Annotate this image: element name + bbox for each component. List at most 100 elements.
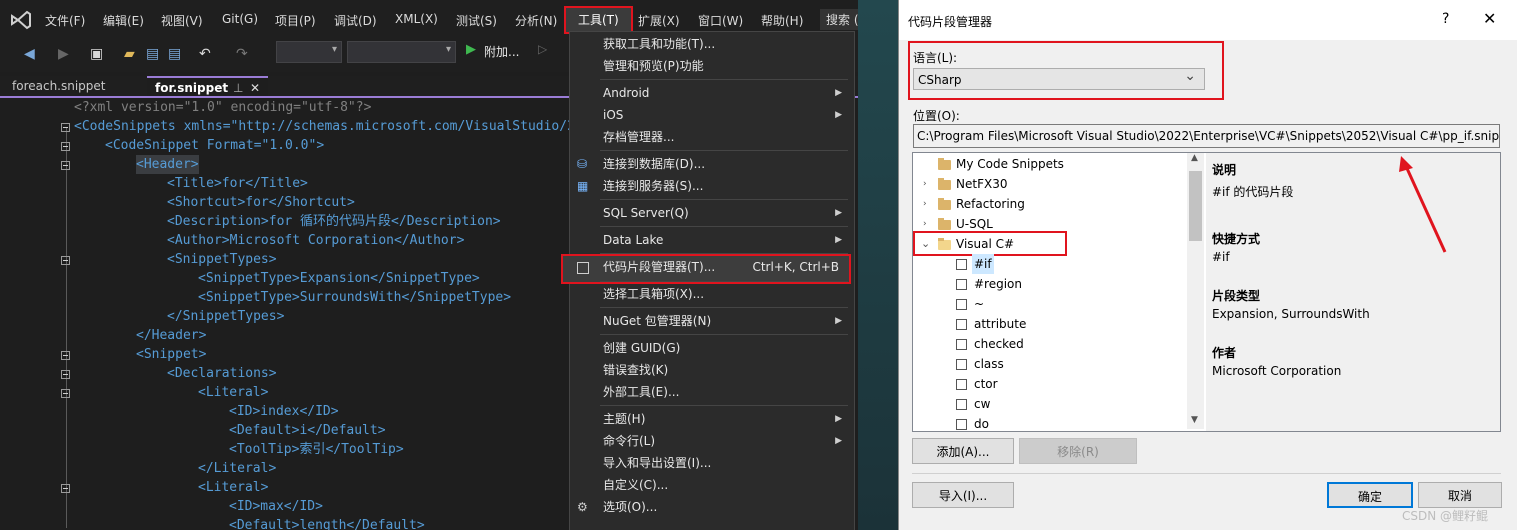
fold-toggle[interactable] — [61, 256, 70, 265]
menu-window[interactable]: 窗口(W) — [698, 12, 743, 29]
tree-item-label: #if — [972, 254, 994, 274]
checkbox-icon — [956, 259, 967, 270]
menu-item-nuget[interactable]: NuGet 包管理器(N) ▶ — [570, 310, 854, 332]
code-line: <Title>for</Title> — [167, 176, 308, 191]
menu-item-manage-preview[interactable]: 管理和预览(P)功能 — [570, 55, 854, 77]
search-box[interactable]: 搜索 ( — [820, 9, 858, 30]
menu-help[interactable]: 帮助(H) — [761, 12, 803, 29]
tree-item-label: ~ — [974, 297, 985, 311]
code-line: <Shortcut>for</Shortcut> — [167, 195, 355, 210]
menu-analyze[interactable]: 分析(N) — [515, 12, 557, 29]
start-without-debug-icon[interactable]: ▷ — [538, 42, 547, 56]
expand-icon[interactable]: › — [923, 194, 927, 214]
snippet-tree[interactable]: My Code Snippets › NetFX30 › Refactoring… — [912, 152, 1207, 432]
menu-debug[interactable]: 调试(D) — [334, 12, 377, 29]
menu-separator — [600, 150, 848, 151]
fold-toggle[interactable] — [61, 484, 70, 493]
menu-item-options[interactable]: ⚙ 选项(O)... — [570, 496, 854, 518]
fold-toggle[interactable] — [61, 370, 70, 379]
save-icon[interactable]: ▤ — [146, 46, 159, 62]
highlight-box — [913, 231, 1067, 256]
fold-toggle[interactable] — [61, 142, 70, 151]
redo-icon[interactable]: ↷ — [236, 46, 248, 62]
help-button[interactable]: ? — [1442, 11, 1449, 27]
undo-icon[interactable]: ↶ — [199, 46, 211, 62]
menu-item-command-line[interactable]: 命令行(L) ▶ — [570, 430, 854, 452]
menu-item-code-snippets-manager[interactable]: 代码片段管理器(T)... Ctrl+K, Ctrl+B — [561, 254, 851, 284]
menu-item-android[interactable]: Android ▶ — [570, 82, 854, 104]
menu-file[interactable]: 文件(F) — [45, 12, 85, 29]
cancel-button[interactable]: 取消 — [1418, 482, 1502, 508]
scroll-thumb[interactable] — [1189, 171, 1202, 241]
menu-separator — [600, 281, 848, 282]
menu-git[interactable]: Git(G) — [222, 12, 258, 26]
code-line: <Snippet> — [136, 347, 207, 362]
close-tab-icon[interactable]: ✕ — [250, 78, 260, 98]
tab-for-snippet[interactable]: for.snippet ⊥ ✕ — [147, 76, 268, 98]
menu-xml[interactable]: XML(X) — [395, 12, 438, 26]
menu-extensions[interactable]: 扩展(X) — [638, 12, 680, 29]
scroll-up-icon[interactable]: ▲ — [1191, 153, 1198, 163]
back-icon[interactable]: ◀ — [24, 46, 35, 62]
menu-item-sql-server[interactable]: SQL Server(Q) ▶ — [570, 202, 854, 224]
menu-item-theme[interactable]: 主题(H) ▶ — [570, 408, 854, 430]
menu-item-error-lookup[interactable]: 错误查找(K) — [570, 359, 854, 381]
menu-item-archive-manager[interactable]: 存档管理器... — [570, 126, 854, 148]
menu-item-connect-server[interactable]: ▦ 连接到服务器(S)... — [570, 175, 854, 197]
menu-separator — [600, 79, 848, 80]
menu-test[interactable]: 测试(S) — [456, 12, 497, 29]
menu-item-ios[interactable]: iOS ▶ — [570, 104, 854, 126]
snippet-type-heading: 片段类型 — [1212, 289, 1261, 303]
attach-button[interactable]: 附加... — [484, 43, 519, 60]
menu-item-external-tools[interactable]: 外部工具(E)... — [570, 381, 854, 403]
tree-scrollbar[interactable]: ▲ ▼ — [1187, 153, 1204, 429]
pin-icon[interactable]: ⊥ — [233, 78, 243, 98]
scroll-down-icon[interactable]: ▼ — [1191, 415, 1198, 425]
database-connect-icon: ⛁ — [577, 157, 588, 171]
configuration-dropdown[interactable] — [276, 41, 342, 63]
fold-toggle[interactable] — [61, 351, 70, 360]
ok-button[interactable]: 确定 — [1327, 482, 1413, 508]
menu-project[interactable]: 项目(P) — [275, 12, 316, 29]
open-folder-icon[interactable]: ▰ — [124, 46, 135, 62]
menu-item-data-lake[interactable]: Data Lake ▶ — [570, 229, 854, 251]
language-select[interactable]: CSharp — [913, 65, 1205, 90]
remove-button[interactable]: 移除(R) — [1019, 438, 1137, 464]
expand-icon[interactable]: › — [923, 174, 927, 194]
menu-tools[interactable]: 工具(T) — [564, 6, 633, 34]
tab-foreach-snippet[interactable]: foreach.snippet — [4, 76, 114, 96]
menu-item-choose-toolbox[interactable]: 选择工具箱项(X)... — [570, 283, 854, 305]
dialog-title-bar: 代码片段管理器 ? ✕ — [899, 0, 1517, 40]
submenu-arrow-icon: ▶ — [835, 208, 842, 218]
dialog-title: 代码片段管理器 — [908, 15, 993, 29]
code-line: <CodeSnippet Format="1.0.0"> — [105, 138, 325, 153]
checkbox-icon — [956, 319, 967, 330]
menu-item-label: 外部工具(E)... — [603, 385, 680, 399]
location-field[interactable]: C:\Program Files\Microsoft Visual Studio… — [913, 124, 1500, 148]
import-button[interactable]: 导入(I)... — [912, 482, 1014, 508]
save-all-icon[interactable]: ▤ — [168, 46, 181, 62]
platform-dropdown[interactable] — [347, 41, 456, 63]
description-heading: 说明 — [1212, 163, 1237, 177]
tree-item-label: NetFX30 — [956, 177, 1008, 191]
menu-view[interactable]: 视图(V) — [161, 12, 203, 29]
checkbox-icon — [956, 339, 967, 350]
code-line: <?xml version="1.0" encoding="utf-8"?> — [74, 98, 371, 117]
menu-item-label: 命令行(L) — [603, 434, 656, 448]
add-button[interactable]: 添加(A)... — [912, 438, 1014, 464]
forward-icon[interactable]: ▶ — [58, 46, 69, 62]
menu-item-get-tools[interactable]: 获取工具和功能(T)... — [570, 33, 854, 55]
play-icon[interactable]: ▶ — [466, 42, 476, 57]
menu-item-import-export-settings[interactable]: 导入和导出设置(I)... — [570, 452, 854, 474]
fold-toggle[interactable] — [61, 389, 70, 398]
menu-item-create-guid[interactable]: 创建 GUID(G) — [570, 337, 854, 359]
fold-toggle[interactable] — [61, 161, 70, 170]
tools-menu: 获取工具和功能(T)... 管理和预览(P)功能 Android ▶ iOS ▶ 存… — [561, 31, 855, 530]
close-button[interactable]: ✕ — [1483, 9, 1496, 28]
menu-edit[interactable]: 编辑(E) — [103, 12, 144, 29]
new-project-icon[interactable]: ▣ — [90, 46, 103, 62]
tree-item-label: attribute — [974, 317, 1027, 331]
menu-item-customize[interactable]: 自定义(C)... — [570, 474, 854, 496]
menu-item-connect-database[interactable]: ⛁ 连接到数据库(D)... — [570, 153, 854, 175]
fold-toggle[interactable] — [61, 123, 70, 132]
